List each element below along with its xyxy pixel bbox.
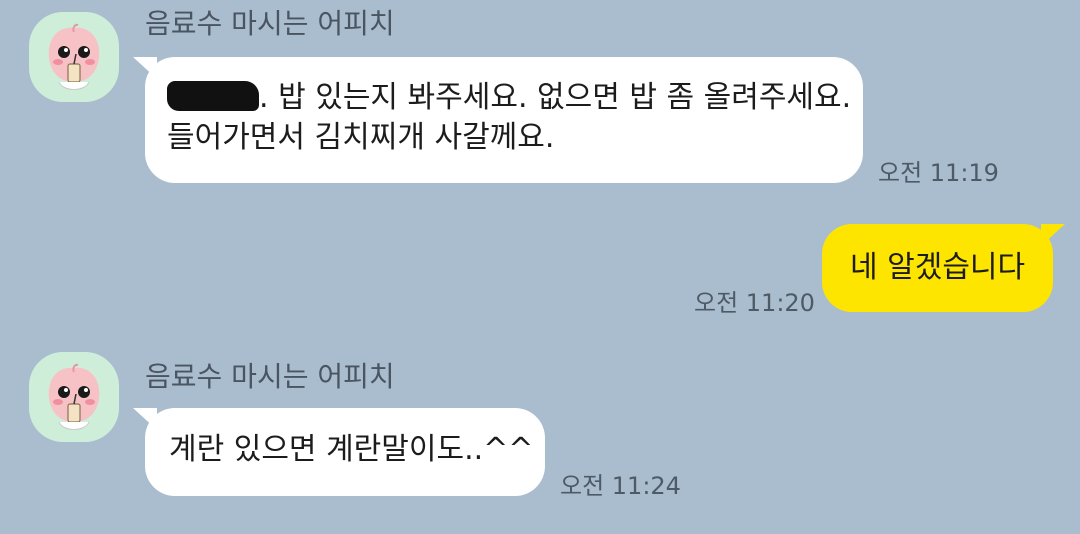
incoming-message-bubble[interactable]: . 밥 있는지 봐주세요. 없으면 밥 좀 올려주세요. 들어가면서 김치찌개 … [133,57,863,183]
sender-name: 음료수 마시는 어피치 [145,360,395,393]
message-time: 오전 11:24 [560,472,681,500]
message-text: 네 알겠습니다 [850,250,1026,285]
message-text: 밥 있는지 봐주세요. 없으면 밥 좀 올려주세요. [278,80,852,115]
peach-character-icon [48,363,100,430]
bubble-tail [1041,224,1065,246]
message-time: 오전 11:20 [694,289,815,317]
message-text: 계란 있으면 계란말이도..^^ [169,432,534,467]
sender-avatar[interactable] [29,352,119,442]
outgoing-message-bubble[interactable]: 네 알겠습니다 [822,224,1065,312]
message-line: 들어가면서 김치찌개 사갈께요. [167,120,555,155]
message-time: 오전 11:19 [878,159,999,187]
peach-character-icon [48,23,100,90]
redacted-name [167,81,259,111]
sender-name: 음료수 마시는 어피치 [145,7,395,40]
sender-avatar[interactable] [29,12,119,102]
bubble-tail [133,408,157,430]
message-line: . 밥 있는지 봐주세요. 없으면 밥 좀 올려주세요. [167,78,863,118]
bubble-tail [133,57,157,79]
incoming-message-bubble[interactable]: 계란 있으면 계란말이도..^^ [133,408,545,496]
